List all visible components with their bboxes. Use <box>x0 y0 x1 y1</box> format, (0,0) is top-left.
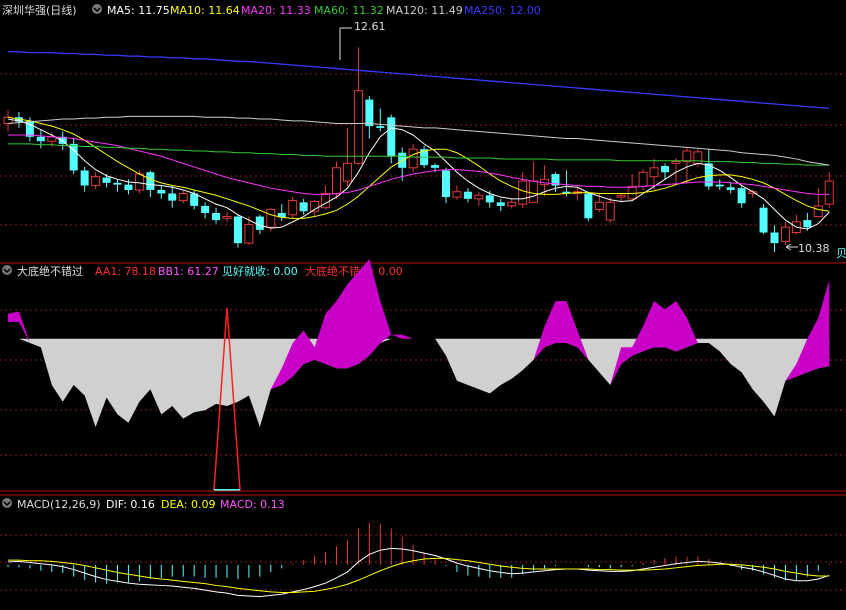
candle-body-down <box>387 117 396 157</box>
candle <box>584 191 593 221</box>
dadi-legend: 大底绝不错过: 0.00 <box>305 264 403 278</box>
candle-body-down <box>36 136 45 142</box>
candle-body-down <box>661 166 669 173</box>
candle-body-down <box>212 213 221 221</box>
candle-body-up <box>332 167 341 195</box>
candle-body-down <box>102 177 111 183</box>
chart-background <box>0 0 846 610</box>
dif-legend: DIF: 0.16 <box>106 498 155 511</box>
candle-body-up <box>594 201 604 210</box>
candle-body-down <box>124 184 133 190</box>
candle-body-down <box>233 216 242 244</box>
candle-body-up <box>616 194 626 198</box>
candle-body-up <box>529 180 539 203</box>
candle-body-up <box>134 173 144 191</box>
ma5-legend: MA5: 11.75 <box>107 4 170 17</box>
candle-body-down <box>365 99 374 127</box>
candle-body-down <box>584 193 593 219</box>
candle-body-up <box>682 150 692 163</box>
candle-body-up <box>638 171 648 187</box>
candle-body-up <box>91 176 101 187</box>
candle-body-down <box>113 182 122 185</box>
ma250-legend: MA250: 12.00 <box>464 4 541 17</box>
dea-legend: DEA: 0.09 <box>161 498 215 511</box>
candle-body-up <box>605 201 615 221</box>
candle-body-down <box>255 216 264 230</box>
candle-body-up <box>266 208 276 228</box>
candle-body-down <box>146 172 155 190</box>
candle-body-up <box>452 191 462 198</box>
main-panel-title: 深圳华强(日线) <box>2 3 77 17</box>
candle-body-up <box>780 226 790 242</box>
candle-body-down <box>759 207 768 233</box>
candle-body-up <box>178 193 188 202</box>
bb1-legend: BB1: 61.27 <box>158 265 219 278</box>
candle-body-up <box>824 180 834 205</box>
high-price-label: 12.61 <box>354 20 386 33</box>
candle-body-down <box>201 205 210 214</box>
candle-body-up <box>222 216 232 219</box>
collapse-arrow-icon[interactable] <box>2 498 12 508</box>
candle-body-down <box>157 189 166 194</box>
candle-body-up <box>288 200 298 216</box>
candle-body-down <box>496 202 505 206</box>
low-price-label: 10.38 <box>798 242 830 255</box>
candle-body-down <box>737 188 746 204</box>
collapse-arrow-icon[interactable] <box>92 4 102 14</box>
stock-chart-canvas: 深圳华强(日线) MA5: 11.75 MA10: 11.64 MA20: 11… <box>0 0 846 610</box>
ma20-legend: MA20: 11.33 <box>241 4 311 17</box>
jianhaojiushou-legend: 见好就收: 0.00 <box>222 264 298 278</box>
aa1-legend: AA1: 78.18 <box>95 265 156 278</box>
indicator-panel-header: 大底绝不错过 AA1: 78.18 BB1: 61.27 见好就收: 0.00 … <box>2 264 403 278</box>
candle-body-up <box>813 205 823 218</box>
candle <box>69 138 78 175</box>
ma60-legend: MA60: 11.32 <box>314 4 384 17</box>
candle-body-down <box>715 184 724 187</box>
candle <box>759 204 768 235</box>
candle-body-up <box>518 180 528 205</box>
candle <box>288 197 298 219</box>
candle-body-up <box>342 162 352 182</box>
candle-body-up <box>649 167 659 178</box>
collapse-arrow-icon[interactable] <box>2 265 12 275</box>
indicator-title: 大底绝不错过 <box>17 264 83 278</box>
candle <box>233 214 242 248</box>
candle-body-down <box>726 187 735 190</box>
candle-body-down <box>80 170 89 186</box>
candle-body-up <box>507 201 517 207</box>
candle-body-up <box>353 90 363 164</box>
candle-body-down <box>376 126 385 128</box>
edge-cut-glyph: 贝 <box>836 247 846 260</box>
candle-body-up <box>671 161 681 164</box>
candle-body-up <box>693 151 703 164</box>
ma10-legend: MA10: 11.64 <box>170 4 240 17</box>
macd-title: MACD(12,26,9) <box>17 498 101 511</box>
candle-body-down <box>770 232 779 244</box>
candle-body-down <box>463 191 472 199</box>
candle-body-down <box>485 195 494 203</box>
candle-body-up <box>474 194 484 200</box>
candle-body-down <box>442 170 450 198</box>
candle-body-down <box>168 193 177 201</box>
candle-body-down <box>803 220 812 228</box>
macd-panel-header: MACD(12,26,9) DIF: 0.16 DEA: 0.09 MACD: … <box>2 498 285 511</box>
candle-body-up <box>627 185 637 200</box>
macd-legend: MACD: 0.13 <box>220 498 285 511</box>
candle-body-up <box>408 148 418 169</box>
candle-body-up <box>321 193 331 209</box>
candle-body-down <box>431 165 440 168</box>
candle-body-down <box>299 202 308 212</box>
candle-body-up <box>244 224 254 244</box>
ma120-legend: MA120: 11.49 <box>386 4 463 17</box>
